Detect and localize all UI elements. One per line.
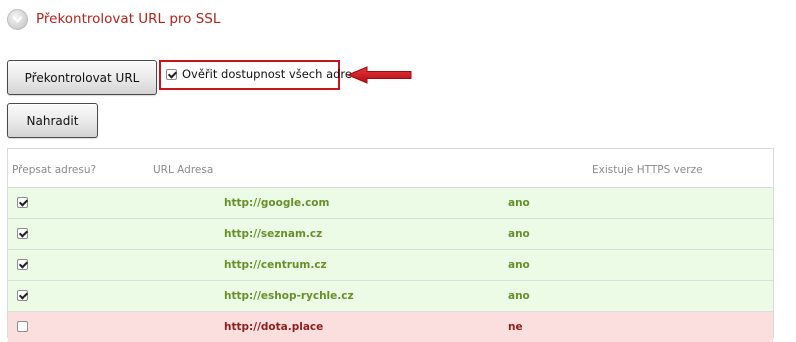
- chevron-down-circle-icon[interactable]: [7, 8, 28, 30]
- https-cell: ne: [508, 321, 523, 333]
- verify-all-label: Ověřit dostupnost všech adres: [182, 67, 358, 81]
- https-cell: ano: [508, 197, 530, 209]
- verify-all-checkbox[interactable]: [166, 68, 177, 80]
- https-cell: ano: [508, 259, 530, 271]
- section-header[interactable]: Překontrolovat URL pro SSL: [7, 8, 220, 30]
- url-cell: http://centrum.cz: [224, 259, 327, 271]
- table-row: http://eshop-rychle.cz ano: [8, 281, 773, 312]
- url-cell: http://seznam.cz: [224, 228, 323, 240]
- verify-all-option[interactable]: Ověřit dostupnost všech adres: [166, 66, 358, 82]
- table-header: Přepsat adresu? URL Adresa Existuje HTTP…: [8, 149, 773, 188]
- rewrite-checkbox[interactable]: [17, 228, 28, 239]
- table-row: http://google.com ano: [8, 188, 773, 219]
- rewrite-checkbox[interactable]: [17, 259, 28, 270]
- url-cell: http://eshop-rychle.cz: [224, 290, 354, 302]
- table-row: http://seznam.cz ano: [8, 219, 773, 250]
- https-cell: ano: [508, 290, 530, 302]
- recheck-urls-button[interactable]: Překontrolovat URL: [7, 60, 157, 95]
- column-header-rewrite: Přepsat adresu?: [12, 164, 97, 176]
- table-row: http://dota.place ne: [8, 312, 773, 342]
- table-row: http://centrum.cz ano: [8, 250, 773, 281]
- rewrite-checkbox[interactable]: [17, 197, 28, 208]
- column-header-https: Existuje HTTPS verze: [592, 164, 703, 176]
- replace-button[interactable]: Nahradit: [7, 103, 98, 138]
- rewrite-checkbox[interactable]: [17, 321, 28, 332]
- column-header-url: URL Adresa: [153, 164, 214, 176]
- red-arrow-left-icon: [347, 66, 412, 84]
- url-table: Přepsat adresu? URL Adresa Existuje HTTP…: [7, 148, 774, 342]
- url-cell: http://google.com: [224, 197, 330, 209]
- https-cell: ano: [508, 228, 530, 240]
- url-cell: http://dota.place: [224, 321, 324, 333]
- rewrite-checkbox[interactable]: [17, 290, 28, 301]
- section-title: Překontrolovat URL pro SSL: [36, 11, 221, 27]
